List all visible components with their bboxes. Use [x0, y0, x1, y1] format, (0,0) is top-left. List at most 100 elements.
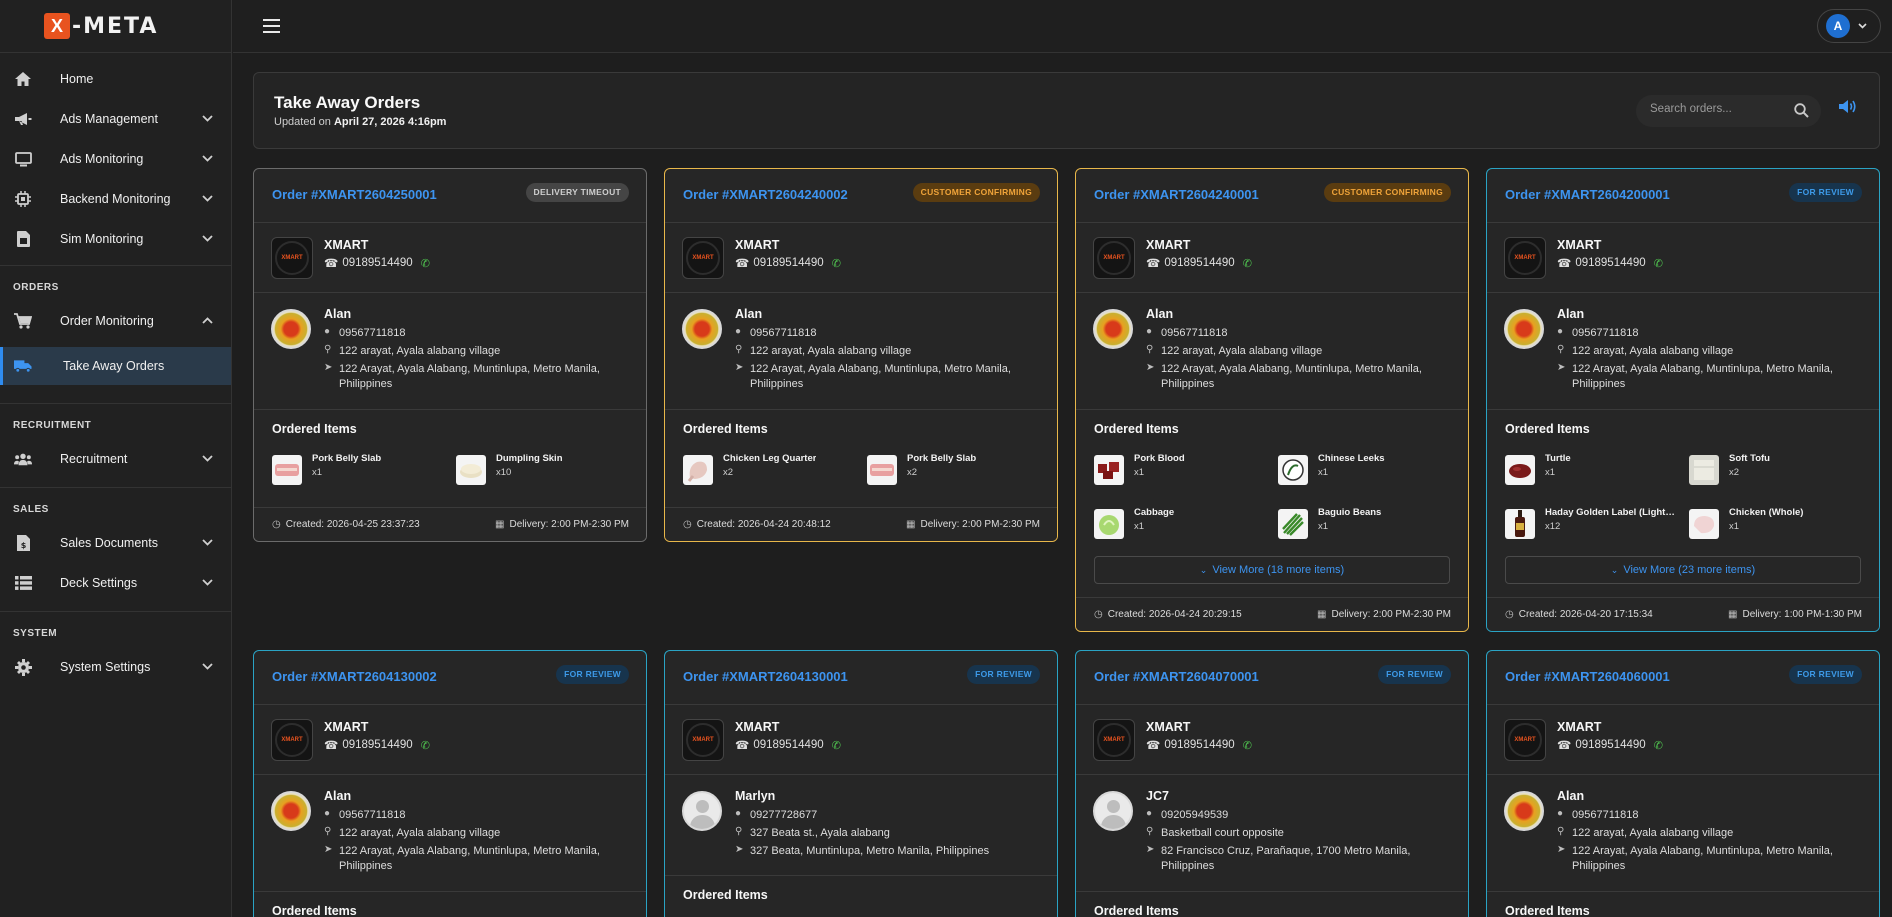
customer-name: Marlyn [735, 789, 776, 803]
customer-name: JC7 [1146, 789, 1169, 803]
product-thumbnail [1505, 455, 1535, 485]
chevron-down-icon [202, 577, 213, 589]
call-icon[interactable]: ✆ [832, 739, 841, 752]
delivery-text: Delivery: 1:00 PM-1:30 PM [1742, 609, 1863, 620]
order-card[interactable]: Order #XMART2604060001 FOR REVIEW XMART … [1486, 650, 1880, 917]
sidebar: X -META Home Ads Management Ads Monitori… [0, 0, 232, 917]
call-icon[interactable]: ✆ [421, 739, 430, 752]
sidebar-item-label: Order Monitoring [60, 314, 154, 328]
sidebar-item-label: Sales Documents [60, 536, 158, 550]
user-menu-button[interactable]: A [1817, 9, 1881, 43]
phone-icon: ☎ [735, 740, 750, 752]
status-badge: CUSTOMER CONFIRMING [912, 183, 1040, 202]
item-name: Chicken Leg Quarter [723, 453, 817, 464]
clock-icon: ◷ [272, 519, 281, 530]
call-icon[interactable]: ✆ [1243, 739, 1252, 752]
order-number[interactable]: Order #XMART2604130002 [272, 669, 437, 684]
customer-avatar [682, 309, 722, 349]
call-icon[interactable]: ✆ [832, 257, 841, 270]
store-phone: ☎ 09189514490 ✆ [1146, 256, 1252, 270]
ordered-items: Ordered Items Pork Belly Slab x1 Dumplin… [254, 410, 646, 508]
view-more-button[interactable]: ⌄ View More (18 more items) [1094, 556, 1450, 584]
store-info: XMART XMART ☎ 09189514490 ✆ [254, 705, 646, 775]
order-card[interactable]: Order #XMART2604130002 FOR REVIEW XMART … [253, 650, 647, 917]
brand-logo[interactable]: X -META [0, 0, 231, 53]
search-icon[interactable] [1794, 103, 1809, 123]
customer-info: Marlyn ● 09277728677 ⚲ 327 Beata st., Ayal… [665, 775, 1057, 876]
customer-landmark-text: 122 arayat, Ayala alabang village [1572, 827, 1734, 839]
store-name: XMART [735, 720, 780, 734]
sidebar-item-system-settings[interactable]: System Settings [0, 647, 231, 687]
created-text: Created: 2026-04-25 23:37:23 [285, 519, 420, 530]
chevron-up-icon [202, 315, 213, 327]
sidebar-item-label: System Settings [60, 660, 151, 674]
order-card[interactable]: Order #XMART2604240002 CUSTOMER CONFIRMI… [664, 168, 1058, 542]
calendar-icon: ▦ [906, 519, 916, 530]
ordered-items: Ordered Items [254, 892, 646, 917]
customer-info: JC7 ● 09205949539 ⚲ Basketball court oppos… [1076, 775, 1468, 892]
navigation-icon: ➤ [1557, 362, 1566, 373]
navigation-icon: ➤ [324, 844, 333, 855]
search-input[interactable] [1650, 103, 1780, 115]
order-card[interactable]: Order #XMART2604130001 FOR REVIEW XMART … [664, 650, 1058, 917]
call-icon[interactable]: ✆ [421, 257, 430, 270]
item-name: Pork Belly Slab [907, 453, 977, 464]
store-phone-number: 09189514490 [342, 257, 413, 269]
cpu-icon [14, 190, 32, 208]
sidebar-item-backend-monitoring[interactable]: Backend Monitoring [0, 179, 231, 219]
order-number[interactable]: Order #XMART2604200001 [1505, 187, 1670, 202]
sidebar-item-ads-management[interactable]: Ads Management [0, 99, 231, 139]
order-card[interactable]: Order #XMART2604070001 FOR REVIEW XMART … [1075, 650, 1469, 917]
sidebar-item-recruitment[interactable]: Recruitment [0, 439, 231, 479]
customer-phone: ● 09567711818 [1557, 808, 1638, 823]
calendar-icon: ▦ [495, 519, 505, 530]
customer-info: Alan ● 09567711818 ⚲ 122 arayat, Ayala ala… [254, 775, 646, 892]
order-card[interactable]: Order #XMART2604240001 CUSTOMER CONFIRMI… [1075, 168, 1469, 632]
order-number[interactable]: Order #XMART2604060001 [1505, 669, 1670, 684]
section-header-system: SYSTEM [13, 628, 58, 639]
product-thumbnail [1094, 455, 1124, 485]
item-name: Haday Golden Label (Light ... [1545, 507, 1675, 518]
item-qty: x1 [1134, 521, 1145, 532]
item-qty: x1 [1134, 467, 1145, 478]
view-more-button[interactable]: ⌄ View More (23 more items) [1505, 556, 1861, 584]
call-icon[interactable]: ✆ [1654, 739, 1663, 752]
sidebar-item-take-away-orders[interactable]: Take Away Orders [0, 347, 231, 385]
sidebar-item-home[interactable]: Home [0, 59, 231, 99]
order-number[interactable]: Order #XMART2604250001 [272, 187, 437, 202]
list-item: Pork Belly Slab x1 [272, 453, 442, 493]
phone-icon: ☎ [324, 258, 339, 270]
pin-icon: ⚲ [1146, 826, 1154, 837]
order-number[interactable]: Order #XMART2604130001 [683, 669, 848, 684]
sidebar-item-ads-monitoring[interactable]: Ads Monitoring [0, 139, 231, 179]
sim-card-icon [14, 230, 32, 248]
search-field [1636, 95, 1821, 127]
sound-toggle-icon[interactable] [1839, 99, 1857, 119]
sidebar-item-sales-documents[interactable]: $ Sales Documents [0, 523, 231, 563]
order-number[interactable]: Order #XMART2604240002 [683, 187, 848, 202]
sidebar-item-sim-monitoring[interactable]: Sim Monitoring [0, 219, 231, 259]
call-icon[interactable]: ✆ [1243, 257, 1252, 270]
ordered-items-title: Ordered Items [1505, 422, 1590, 436]
order-number[interactable]: Order #XMART2604070001 [1094, 669, 1259, 684]
order-card[interactable]: Order #XMART2604200001 FOR REVIEW XMART … [1486, 168, 1880, 632]
menu-toggle-icon[interactable] [263, 19, 280, 33]
customer-landmark: ⚲ 122 arayat, Ayala alabang village [735, 344, 911, 359]
pin-icon: ⚲ [1146, 344, 1154, 355]
store-phone: ☎ 09189514490 ✆ [324, 256, 430, 270]
pin-icon: ⚲ [1557, 344, 1565, 355]
order-card[interactable]: Order #XMART2604250001 DELIVERY TIMEOUT … [253, 168, 647, 542]
ordered-items-title: Ordered Items [683, 888, 768, 902]
customer-info: Alan ● 09567711818 ⚲ 122 arayat, Ayala ala… [1076, 293, 1468, 410]
order-number[interactable]: Order #XMART2604240001 [1094, 187, 1259, 202]
store-logo: XMART [682, 719, 724, 761]
store-phone-number: 09189514490 [753, 739, 824, 751]
order-card-header: Order #XMART2604070001 FOR REVIEW [1076, 651, 1468, 705]
navigation-icon: ➤ [1146, 362, 1155, 373]
sidebar-item-deck-settings[interactable]: Deck Settings [0, 563, 231, 603]
product-thumbnail [867, 455, 897, 485]
call-icon[interactable]: ✆ [1654, 257, 1663, 270]
sidebar-item-order-monitoring[interactable]: Order Monitoring [0, 301, 231, 341]
sidebar-item-label: Ads Management [60, 112, 158, 126]
truck-icon [14, 357, 32, 375]
